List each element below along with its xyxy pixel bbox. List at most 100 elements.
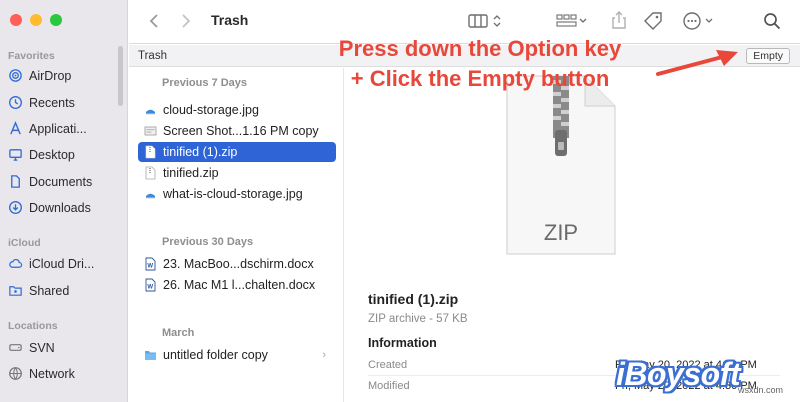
zip-label: ZIP (544, 220, 578, 245)
file-name: what-is-cloud-storage.jpg (163, 187, 303, 201)
sidebar-item-label: Documents (29, 174, 93, 189)
sidebar-item-desktop[interactable]: Desktop (8, 147, 75, 162)
airdrop-icon (9, 69, 22, 82)
chevron-left-icon (149, 14, 158, 28)
preview-filename: tinified (1).zip (368, 291, 459, 307)
search-button[interactable] (761, 10, 783, 32)
image-file-icon (146, 109, 155, 115)
information-header: Information (368, 336, 437, 350)
sidebar-item-shared[interactable]: Shared (8, 283, 69, 298)
zoom-window-button[interactable] (50, 14, 62, 26)
sidebar-item-label: Shared (29, 283, 70, 298)
created-label: Created (368, 359, 408, 371)
cloud-icon (9, 259, 23, 268)
sidebar-item-label: Desktop (29, 147, 75, 162)
list-item-selected[interactable]: tinified (1).zip (138, 142, 336, 162)
file-name: cloud-storage.jpg (163, 103, 259, 117)
sidebar-item-label: Applicati... (29, 121, 87, 136)
annotation-line-1: Press down the Option key (338, 36, 622, 61)
preview-subtitle: ZIP archive - 57 KB (368, 313, 468, 325)
sidebar-item-recents[interactable]: Recents (8, 95, 75, 110)
file-name: 26. Mac M1 l...chalten.docx (163, 278, 316, 292)
file-list: Previous 7 Days cloud-storage.jpg Screen… (136, 68, 344, 402)
list-item[interactable]: W 26. Mac M1 l...chalten.docx (138, 275, 336, 295)
window-title: Trash (211, 12, 249, 28)
modified-label: Modified (368, 380, 410, 392)
sidebar-section-icloud: iCloud (8, 237, 41, 249)
sidebar-item-svn[interactable]: SVN (8, 340, 55, 355)
window-controls (10, 14, 62, 26)
empty-trash-button[interactable]: Empty (746, 48, 790, 64)
back-button[interactable] (145, 12, 163, 30)
zip-archive-large-icon: ZIP (506, 75, 616, 255)
instruction-annotation: Press down the Option key + Click the Em… (300, 34, 660, 94)
list-item[interactable]: W 23. MacBoo...dschirm.docx (138, 254, 336, 274)
zip-file-icon (145, 145, 156, 159)
forward-button[interactable] (177, 12, 195, 30)
sidebar-item-downloads[interactable]: Downloads (8, 200, 91, 215)
network-icon (9, 367, 22, 380)
sidebar-item-network[interactable]: Network (8, 366, 75, 381)
sidebar-item-label: Downloads (29, 200, 91, 215)
path-bar-title: Trash (138, 50, 167, 62)
more-actions-button[interactable] (681, 10, 721, 32)
list-item[interactable]: Screen Shot...1.16 PM copy (138, 121, 336, 141)
sidebar-section-locations: Locations (8, 320, 58, 332)
sidebar-item-applications[interactable]: Applicati... (8, 121, 87, 136)
close-window-button[interactable] (10, 14, 22, 26)
tags-button[interactable] (641, 10, 665, 32)
svg-text:W: W (147, 264, 153, 270)
chevron-right-icon (182, 14, 191, 28)
sidebar-item-label: SVN (29, 340, 55, 355)
sidebar-item-documents[interactable]: Documents (8, 174, 92, 189)
grid-group-icon (556, 14, 587, 27)
word-file-icon: W (145, 278, 156, 292)
sidebar-item-label: iCloud Dri... (29, 256, 95, 271)
list-item[interactable]: untitled folder copy › (138, 345, 336, 365)
sidebar-item-label: Recents (29, 95, 75, 110)
list-item[interactable]: cloud-storage.jpg (138, 100, 336, 120)
share-button[interactable] (609, 9, 629, 31)
finder-window: Favorites AirDrop Recents Applicati... D… (0, 0, 800, 402)
file-name: Screen Shot...1.16 PM copy (163, 124, 319, 138)
sidebar-item-icloud-drive[interactable]: iCloud Dri... (8, 256, 94, 271)
drive-icon (9, 344, 22, 351)
share-icon (612, 11, 626, 29)
file-name: untitled folder copy (163, 348, 268, 362)
group-header: March (162, 327, 195, 339)
list-item[interactable]: tinified.zip (138, 163, 336, 183)
group-header: Previous 7 Days (162, 77, 247, 89)
group-button[interactable] (555, 11, 589, 31)
sidebar-item-airdrop[interactable]: AirDrop (8, 68, 71, 83)
search-icon (764, 13, 781, 30)
tag-icon (644, 12, 662, 30)
screenshot-file-icon (144, 126, 157, 136)
desktop-icon (9, 149, 22, 161)
list-item[interactable]: what-is-cloud-storage.jpg (138, 184, 336, 204)
sidebar: Favorites AirDrop Recents Applicati... D… (0, 0, 128, 402)
sidebar-scrollbar[interactable] (118, 46, 123, 106)
view-mode-button[interactable] (467, 11, 507, 31)
annotation-arrow-icon (656, 50, 738, 76)
preview-pane: ZIP tinified (1).zip ZIP archive - 57 KB… (345, 68, 800, 402)
chevron-right-icon: › (322, 349, 326, 361)
annotation-line-2: + Click the Empty button (350, 66, 610, 91)
download-icon (9, 201, 22, 214)
watermark-logo: iBoysoft (616, 356, 741, 392)
applications-icon (10, 121, 21, 135)
shared-folder-icon (9, 286, 22, 296)
word-file-icon: W (145, 257, 156, 271)
svg-text:W: W (147, 285, 153, 291)
file-name: 23. MacBoo...dschirm.docx (163, 257, 314, 271)
sidebar-section-favorites: Favorites (8, 50, 55, 62)
zip-file-icon (145, 166, 156, 180)
watermark-site: wsxdn.com (738, 385, 784, 395)
minimize-window-button[interactable] (30, 14, 42, 26)
file-name: tinified.zip (163, 166, 219, 180)
clock-icon (9, 96, 22, 109)
group-header: Previous 30 Days (162, 236, 254, 248)
file-name: tinified (1).zip (163, 145, 238, 159)
image-file-icon (146, 193, 155, 199)
sidebar-item-label: AirDrop (29, 68, 72, 83)
document-icon (11, 175, 20, 188)
